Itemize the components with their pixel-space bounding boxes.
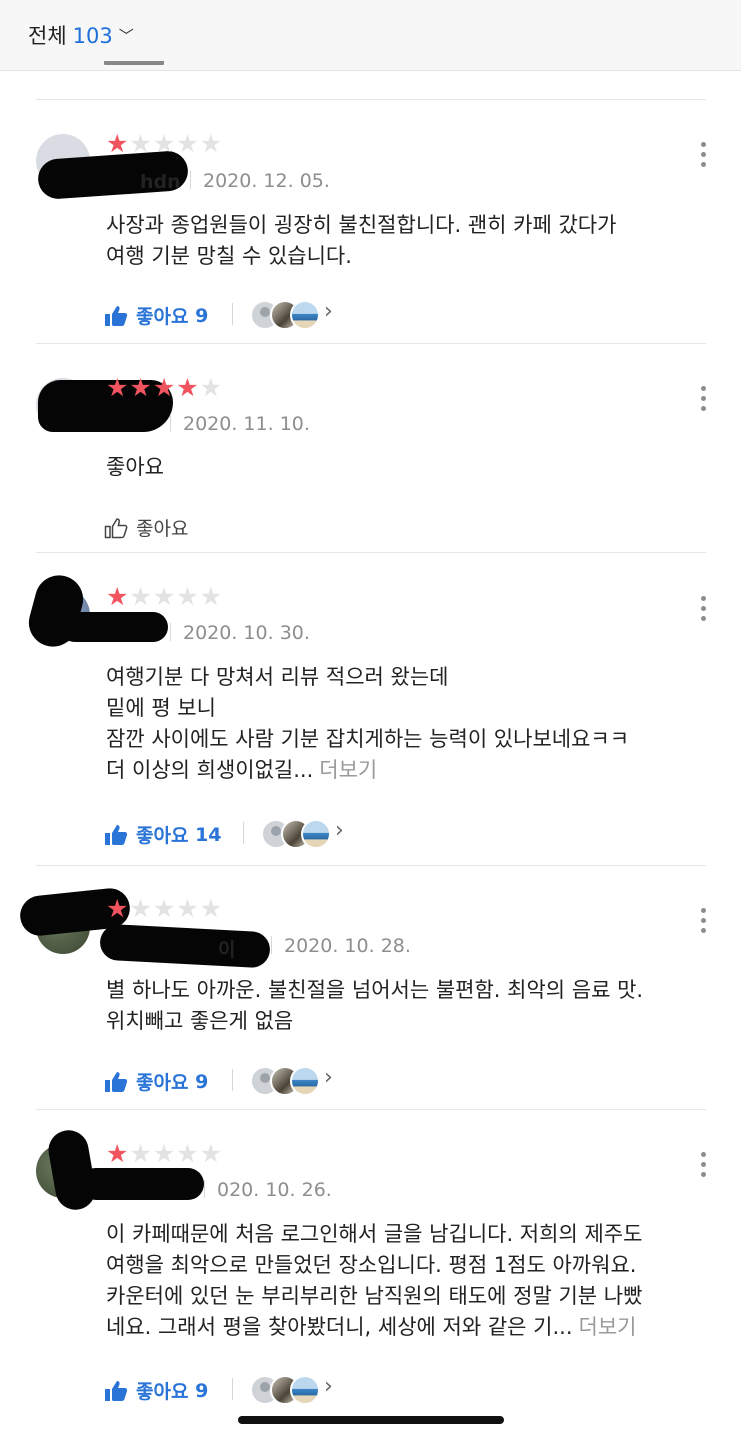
thumbs-up-icon [105, 1071, 128, 1092]
like-count: 14 [195, 823, 222, 846]
like-label: 좋아요 [136, 1072, 189, 1094]
like-button[interactable]: 좋아요 [104, 514, 188, 541]
review-text-line: 카운터에 있던 눈 부리부리한 남직원의 태도에 정말 기분 나빴 [106, 1284, 643, 1308]
like-count: 9 [195, 1379, 209, 1402]
username[interactable]: hdn [140, 171, 181, 193]
review-text-line: 위치빼고 좋은게 없음 [106, 1009, 294, 1033]
like-label: 좋아요 [136, 825, 189, 847]
divider [36, 865, 706, 866]
review-text-line: 사장과 종업원들이 굉장히 불친절합니다. 괜히 카페 갔다가 [106, 213, 617, 237]
redaction-scribble [60, 612, 168, 642]
review-text-line: 더 이상의 희생이없길... [106, 758, 314, 782]
chevron-right-icon: › [324, 1374, 333, 1399]
filter-dropdown[interactable]: 전체 103 ﹀ [28, 20, 134, 50]
star-rating: ★★★★★ [106, 1139, 224, 1168]
separator [232, 1378, 233, 1400]
previous-review-fragment [104, 61, 174, 73]
chevron-right-icon: › [324, 299, 333, 324]
review-count: 103 [72, 24, 113, 48]
star-rating: ★★★★★ [106, 373, 224, 402]
review-text-line: 이 카페때문에 처음 로그인해서 글을 남깁니다. 저희의 제주도 [106, 1222, 643, 1246]
separator [232, 303, 233, 325]
review-text: 좋아요 [106, 452, 706, 483]
divider [36, 1109, 706, 1110]
thumbs-up-icon [105, 305, 128, 326]
like-count: 9 [195, 1070, 209, 1093]
chevron-right-icon: › [335, 818, 344, 843]
star-rating: ★★★★★ [106, 582, 224, 611]
more-options-icon[interactable] [696, 908, 710, 938]
review-text-line: 여행기분 다 망쳐서 리뷰 적으러 왔는데 [106, 665, 449, 689]
star-rating: ★★★★★ [106, 129, 224, 158]
like-label: 좋아요 [136, 1381, 189, 1403]
chevron-right-icon: › [324, 1065, 333, 1090]
thumbs-up-icon [105, 824, 128, 845]
more-options-icon[interactable] [696, 142, 710, 172]
username[interactable]: 이 [218, 935, 235, 962]
separator [232, 1069, 233, 1091]
home-indicator[interactable] [238, 1416, 504, 1424]
review-date: 2020. 10. 28. [271, 935, 411, 957]
review-text: 여행기분 다 망쳐서 리뷰 적으러 왔는데 밑에 평 보니 잠깐 사이에도 사람… [106, 662, 706, 786]
like-label: 좋아요 [136, 518, 189, 540]
review-text-line: 여행 기분 망칠 수 있습니다. [106, 244, 352, 268]
thumbs-up-icon [105, 1380, 128, 1401]
filter-label: 전체 [28, 24, 67, 48]
review-text-line: 네요. 그래서 평을 찾아봤더니, 세상에 저와 같은 기... [106, 1315, 573, 1339]
review-text-line: 밑에 평 보니 [106, 696, 216, 720]
divider [36, 343, 706, 344]
review-date: 2020. 10. 30. [170, 622, 310, 644]
review-date: 2020. 12. 05. [190, 170, 330, 192]
read-more-link[interactable]: 더보기 [319, 758, 377, 782]
like-button[interactable]: 좋아요 9 [104, 1377, 208, 1404]
like-button[interactable]: 좋아요 14 [104, 821, 222, 848]
redaction-scribble [99, 923, 271, 969]
thumbs-up-outline-icon [104, 517, 128, 538]
liker-avatar [290, 1066, 320, 1096]
more-options-icon[interactable] [696, 596, 710, 626]
read-more-link[interactable]: 더보기 [579, 1315, 637, 1339]
star-rating: ★★★★★ [106, 894, 224, 923]
review-text: 별 하나도 아까운. 불친절을 넘어서는 불편함. 최악의 음료 맛. 위치빼고… [106, 975, 706, 1037]
like-label: 좋아요 [136, 306, 189, 328]
redaction-scribble [80, 1168, 204, 1200]
review-text: 사장과 종업원들이 굉장히 불친절합니다. 괜히 카페 갔다가 여행 기분 망칠… [106, 210, 706, 272]
review-text-line: 좋아요 [106, 455, 164, 479]
review-text-line: 여행을 최악으로 만들었던 장소입니다. 평점 1점도 아까워요. [106, 1253, 637, 1277]
like-button[interactable]: 좋아요 9 [104, 1068, 208, 1095]
liker-avatar [290, 300, 320, 330]
more-options-icon[interactable] [696, 386, 710, 416]
divider [36, 552, 706, 553]
review-text: 이 카페때문에 처음 로그인해서 글을 남깁니다. 저희의 제주도 여행을 최악… [106, 1219, 706, 1343]
review-text-line: 잠깐 사이에도 사람 기분 잡치게하는 능력이 있나보네요ㅋㅋ [106, 727, 630, 751]
more-options-icon[interactable] [696, 1152, 710, 1182]
like-button[interactable]: 좋아요 9 [104, 302, 208, 329]
chevron-down-icon: ﹀ [118, 27, 134, 45]
separator [243, 822, 244, 844]
liker-avatar [301, 819, 331, 849]
review-text-line: 별 하나도 아까운. 불친절을 넘어서는 불편함. 최악의 음료 맛. [106, 978, 644, 1002]
review-date: 2020. 11. 10. [170, 413, 310, 435]
liker-avatar [290, 1375, 320, 1405]
review-date: 020. 10. 26. [204, 1179, 332, 1201]
like-count: 9 [195, 304, 209, 327]
divider [36, 99, 706, 100]
